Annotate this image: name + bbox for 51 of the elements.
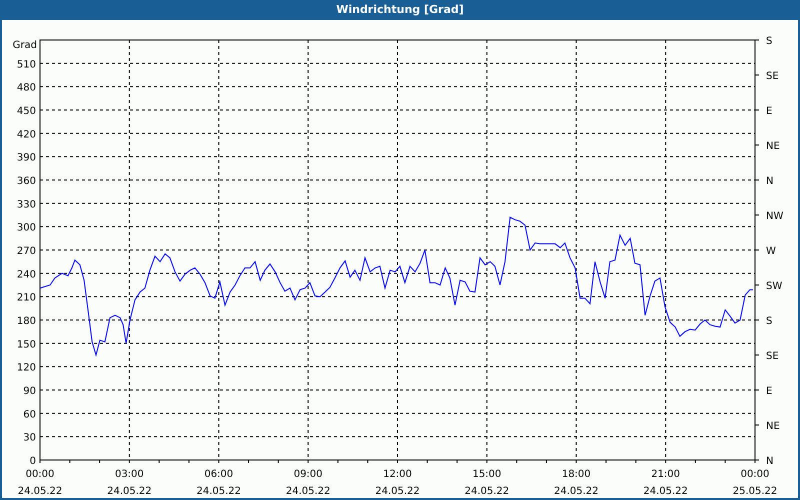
compass-tick-label: N [766, 176, 774, 187]
y-tick-label: 120 [16, 362, 36, 374]
compass-tick-label: NW [766, 211, 784, 222]
x-tick-date: 24.05.22 [375, 486, 420, 497]
y-tick-label: 180 [16, 316, 36, 327]
x-tick-date: 24.05.22 [464, 486, 510, 497]
y-tick-label: 300 [16, 222, 36, 234]
x-tick-time: 21:00 [651, 469, 680, 480]
x-tick-time: 18:00 [562, 469, 591, 480]
x-tick-time: 15:00 [472, 469, 502, 480]
y-tick-label: 270 [16, 246, 36, 257]
y-tick-label: 450 [16, 106, 36, 117]
compass-tick-label: SE [766, 71, 779, 82]
compass-tick-label: NE [766, 421, 780, 432]
compass-tick-label: SE [766, 351, 779, 362]
y-tick-label: 60 [23, 409, 36, 420]
x-tick-date: 24.05.22 [196, 486, 242, 497]
x-tick-date: 24.05.22 [643, 486, 688, 497]
x-tick-date: 24.05.22 [554, 486, 599, 497]
compass-tick-label: W [766, 246, 776, 257]
compass-tick-label: NE [766, 141, 780, 152]
compass-tick-label: S [766, 36, 772, 47]
compass-tick-label: E [766, 106, 772, 117]
y-tick-label: 210 [16, 292, 36, 304]
x-tick-date: 24.05.22 [18, 486, 62, 497]
y-tick-label: 510 [16, 59, 36, 70]
x-tick-date: 24.05.22 [107, 486, 152, 497]
y-tick-label: 30 [23, 432, 36, 444]
x-tick-time: 00:00 [26, 469, 54, 480]
x-tick-time: 03:00 [114, 469, 144, 480]
y-tick-label: 480 [16, 82, 36, 94]
x-tick-time: 06:00 [204, 469, 234, 480]
y-tick-label: 390 [16, 152, 36, 164]
compass-tick-label: S [766, 316, 772, 327]
x-tick-time: 12:00 [383, 469, 412, 480]
y-tick-label: 150 [16, 339, 36, 350]
compass-tick-label: E [766, 386, 772, 397]
compass-tick-label: N [766, 456, 774, 467]
x-tick-date: 25.05.22 [732, 486, 778, 497]
axis-unit-label: Grad [12, 40, 37, 51]
y-tick-label: 420 [16, 129, 36, 140]
x-tick-date: 24.05.22 [286, 486, 330, 497]
y-tick-label: 330 [16, 199, 36, 210]
x-tick-time: 00:00 [740, 469, 770, 480]
compass-tick-label: SW [766, 281, 782, 292]
y-tick-label: 240 [16, 269, 36, 280]
x-tick-time: 09:00 [294, 469, 323, 480]
window-title: Windrichtung [Grad] [335, 2, 465, 18]
y-tick-label: 90 [23, 386, 36, 397]
y-tick-label: 0 [30, 456, 36, 467]
y-tick-label: 360 [16, 176, 36, 187]
